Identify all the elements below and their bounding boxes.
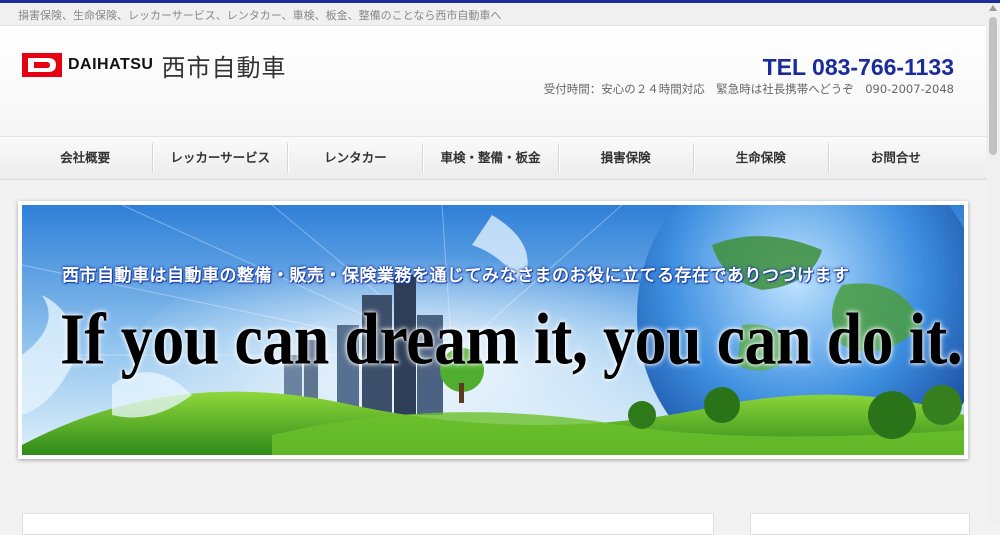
logo-company-name: 西市自動車 (161, 53, 287, 82)
main-navigation: 会社概要 レッカーサービス レンタカー 車検・整備・板金 損害保険 生命保険 お… (0, 137, 986, 180)
site-tagline: 損害保険、生命保険、レッカーサービス、レンタカー、車検、板金、整備のことなら西市… (18, 9, 502, 22)
nav-item-inspection[interactable]: 車検・整備・板金 (423, 143, 559, 173)
nav-item-rental-car[interactable]: レンタカー (288, 143, 424, 173)
scroll-thumb[interactable] (989, 17, 997, 155)
hero-image: 西市自動車は自動車の整備・販売・保険業務を通じてみなさまのお役に立てる存在であり… (22, 205, 964, 455)
nav-item-company[interactable]: 会社概要 (18, 143, 154, 173)
hero-headline-en: If you can dream it, you can do it. (60, 298, 963, 380)
nav-item-casualty-insurance[interactable]: 損害保険 (559, 143, 694, 173)
nav-item-life-insurance[interactable]: 生命保険 (694, 143, 829, 173)
business-hours: 受付時間：安心の２４時間対応 緊急時は社長携帯へどうぞ 090-2007-204… (543, 82, 954, 96)
hero-headline-jp: 西市自動車は自動車の整備・販売・保険業務を通じてみなさまのお役に立てる存在であり… (62, 266, 850, 286)
phone-number[interactable]: TEL 083-766-1133 (763, 54, 954, 81)
logo-brand-text: DAIHATSU (68, 56, 154, 73)
page-scrollbar[interactable] (986, 3, 1000, 523)
nav-item-tow-service[interactable]: レッカーサービス (153, 143, 289, 173)
site-header: DAIHATSU 西市自動車 TEL 083-766-1133 受付時間：安心の… (0, 26, 986, 137)
tagline-bar: 損害保険、生命保険、レッカーサービス、レンタカー、車検、板金、整備のことなら西市… (0, 3, 986, 26)
main-content-panel (22, 513, 714, 535)
hero-banner: 西市自動車は自動車の整備・販売・保険業務を通じてみなさまのお役に立てる存在であり… (18, 201, 968, 459)
nav-item-contact[interactable]: お問合せ (829, 143, 963, 173)
site-logo[interactable]: DAIHATSU 西市自動車 (22, 49, 287, 82)
scroll-up-arrow-icon[interactable] (989, 5, 997, 11)
sidebar-panel (750, 513, 970, 535)
daihatsu-logo-icon (22, 53, 62, 77)
